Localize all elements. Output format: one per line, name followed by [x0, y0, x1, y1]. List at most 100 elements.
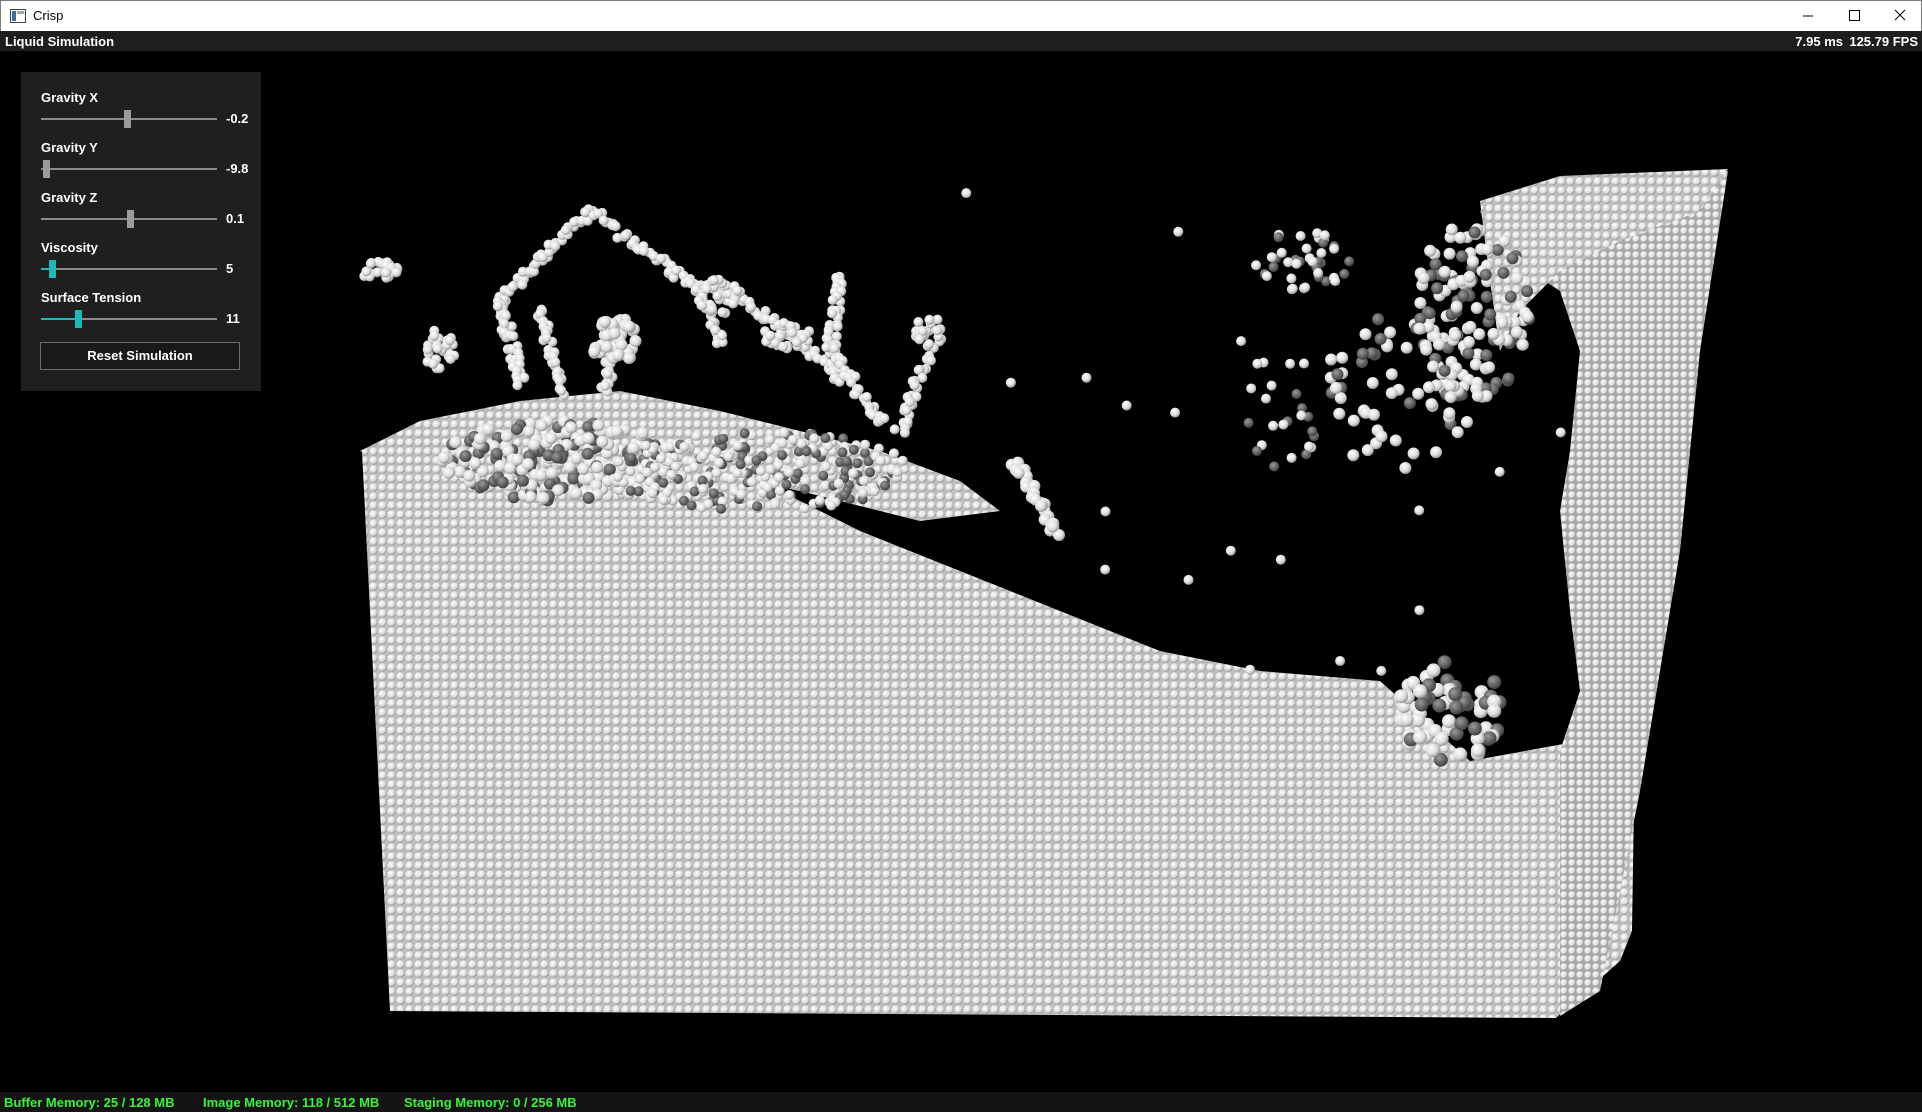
- viscosity-slider-track[interactable]: [41, 268, 217, 270]
- particle: [524, 491, 537, 503]
- maximize-button[interactable]: [1831, 1, 1877, 31]
- particle: [1347, 449, 1360, 462]
- particle: [625, 466, 636, 476]
- particle: [1480, 349, 1493, 362]
- particle: [1399, 462, 1412, 474]
- particle: [1521, 285, 1533, 298]
- particle: [732, 440, 743, 451]
- particle: [1252, 446, 1262, 456]
- particle: [1225, 545, 1236, 556]
- particle: [577, 463, 590, 475]
- gravity-z-slider-thumb[interactable]: [127, 210, 134, 228]
- particle: [1266, 252, 1277, 263]
- surface-tension-slider[interactable]: [41, 309, 217, 329]
- reset-simulation-button[interactable]: Reset Simulation: [40, 342, 240, 370]
- particle: [1339, 268, 1350, 279]
- particle: [1286, 452, 1297, 463]
- surface-tension-slider-fill: [41, 318, 75, 320]
- particle: [1347, 414, 1360, 427]
- particle: [1516, 338, 1529, 351]
- particle: [889, 448, 899, 459]
- particle: [739, 428, 750, 439]
- window-titlebar[interactable]: Crisp: [0, 0, 1922, 31]
- particle: [1468, 226, 1481, 239]
- viscosity-slider[interactable]: [41, 259, 217, 279]
- particle: [1461, 416, 1473, 428]
- particle: [1313, 268, 1324, 278]
- particle: [602, 368, 613, 379]
- particle: [689, 462, 700, 473]
- particle: [784, 490, 795, 500]
- gravity-y-slider-track[interactable]: [41, 168, 217, 170]
- particle: [1445, 223, 1458, 236]
- particle-scene[interactable]: [0, 51, 1922, 1092]
- particle: [1245, 664, 1256, 675]
- particle: [880, 480, 890, 491]
- gravity-z-slider[interactable]: [41, 209, 217, 229]
- particle: [698, 450, 709, 461]
- particle: [546, 466, 558, 479]
- particle: [691, 430, 702, 441]
- particle: [875, 455, 886, 466]
- particle: [859, 475, 869, 486]
- viscosity-slider-thumb[interactable]: [49, 260, 56, 278]
- particle: [717, 307, 728, 318]
- particle: [1296, 410, 1307, 421]
- particle: [1448, 687, 1463, 702]
- particle: [1451, 426, 1464, 439]
- particle: [892, 466, 903, 477]
- particle: [1487, 327, 1500, 340]
- status-bar: Buffer Memory: 25 / 128 MB Image Memory:…: [0, 1092, 1922, 1112]
- gravity-y-slider[interactable]: [41, 159, 217, 179]
- simulation-viewport[interactable]: [0, 51, 1922, 1092]
- particle: [707, 304, 718, 315]
- particle: [444, 335, 455, 346]
- particle: [1276, 247, 1287, 258]
- particle: [422, 344, 433, 355]
- particle: [636, 427, 649, 440]
- close-button[interactable]: [1877, 1, 1922, 31]
- particle: [1450, 300, 1463, 313]
- particle: [1449, 329, 1462, 342]
- particle: [747, 476, 757, 487]
- particle: [926, 355, 936, 366]
- particle: [1434, 731, 1449, 746]
- particle: [924, 314, 935, 325]
- particle: [507, 281, 518, 292]
- particle: [899, 427, 910, 438]
- gravity-x-slider[interactable]: [41, 109, 217, 129]
- surface-tension-slider-thumb[interactable]: [75, 310, 82, 328]
- particle: [1375, 430, 1388, 443]
- particle: [1414, 697, 1429, 712]
- minimize-button[interactable]: [1785, 1, 1831, 31]
- particle: [1496, 316, 1509, 329]
- particle: [826, 500, 837, 511]
- particle: [1463, 270, 1476, 283]
- particle: [787, 327, 798, 338]
- particle: [567, 472, 580, 485]
- particle: [686, 500, 697, 511]
- particle: [860, 439, 871, 450]
- particle: [522, 425, 535, 438]
- particle: [714, 457, 724, 468]
- minimize-icon: [1803, 15, 1813, 17]
- particle: [635, 473, 645, 484]
- particle: [582, 491, 595, 504]
- particle: [1389, 434, 1402, 447]
- particle: [638, 246, 649, 256]
- particle: [777, 450, 788, 461]
- particle: [913, 317, 924, 327]
- particle: [1403, 397, 1416, 410]
- gravity-y-slider-thumb[interactable]: [43, 160, 50, 178]
- particle: [1425, 398, 1438, 411]
- particle: [1299, 358, 1309, 369]
- particle: [1266, 380, 1277, 391]
- particle: [791, 337, 802, 348]
- particle: [708, 275, 719, 286]
- particle: [732, 468, 743, 478]
- gravity-x-slider-thumb[interactable]: [124, 110, 131, 128]
- particle: [512, 380, 523, 391]
- particle: [550, 357, 561, 368]
- particle: [752, 501, 763, 512]
- particle: [765, 464, 776, 475]
